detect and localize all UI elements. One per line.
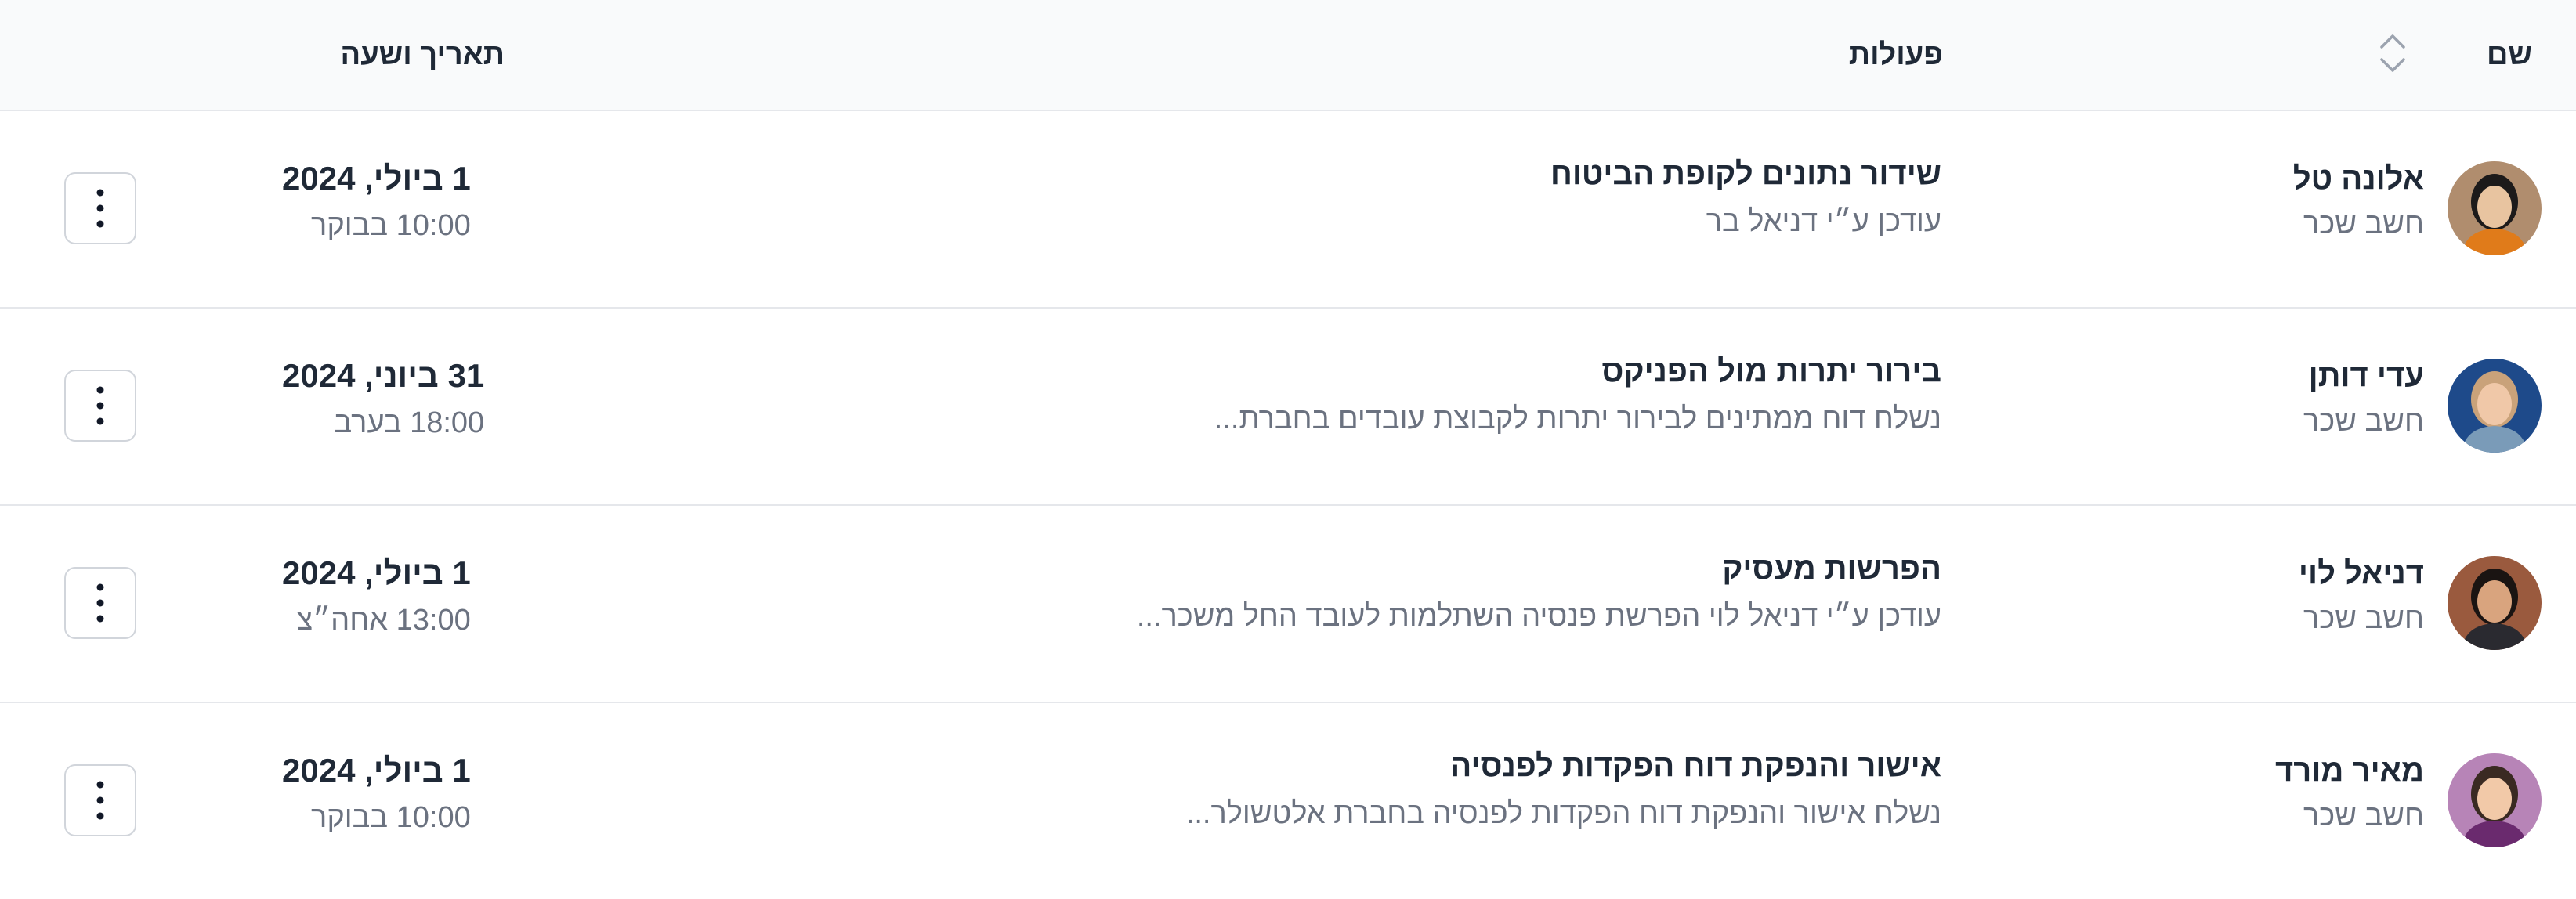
column-header-name[interactable]: שם	[2487, 0, 2532, 110]
date: 1 ביולי, 2024	[282, 752, 471, 789]
user-role: חשב שכר	[2303, 602, 2424, 635]
table-header: שם פעולות תאריך ושעה	[0, 0, 2576, 111]
time: 18:00 בערב	[334, 406, 485, 439]
avatar	[2448, 161, 2542, 255]
action-title: שידור נתונים לקופת הביטוח	[1550, 157, 1941, 191]
action-description: עודכן ע״י דניאל בר	[1706, 205, 1941, 238]
avatar	[2448, 753, 2542, 847]
user-info: דניאל לוי חשב שכר	[2299, 551, 2424, 642]
user-name: דניאל לוי	[2298, 556, 2424, 590]
action-info: הפרשות מעסיק עודכן ע״י דניאל לוי הפרשת פ…	[1137, 547, 1941, 642]
datetime-info: 1 ביולי, 2024 13:00 אחה״צ	[282, 551, 471, 645]
user-role: חשב שכר	[2303, 405, 2424, 438]
sort-icon[interactable]	[2377, 30, 2408, 77]
user-role: חשב שכר	[2303, 208, 2424, 240]
user-info: אלונה טל חשב שכר	[2293, 157, 2424, 247]
more-vertical-icon	[96, 583, 104, 623]
action-title: אישור והנפקת דוח הפקדות לפנסיה	[1450, 749, 1941, 783]
column-header-datetime: תאריך ושעה	[340, 38, 505, 71]
activity-table: שם פעולות תאריך ושעה אלונה טל חשב שכר שי…	[0, 0, 2576, 899]
table-row[interactable]: אלונה טל חשב שכר שידור נתונים לקופת הביט…	[0, 111, 2576, 309]
time: 13:00 אחה״צ	[296, 604, 471, 637]
more-vertical-icon	[96, 781, 104, 820]
user-info: עדי דותן חשב שכר	[2303, 354, 2424, 445]
row-menu-button[interactable]	[64, 172, 136, 244]
time: 10:00 בבוקר	[311, 801, 471, 834]
row-menu-button[interactable]	[64, 764, 136, 836]
table-row[interactable]: מאיר מורד חשב שכר אישור והנפקת דוח הפקדו…	[0, 703, 2576, 899]
action-info: בירור יתרות מול הפניקס נשלח דוח ממתינים …	[1214, 349, 1941, 445]
action-description: עודכן ע״י דניאל לוי הפרשת פנסיה השתלמות …	[1136, 600, 1941, 633]
date: 1 ביולי, 2024	[282, 554, 471, 591]
row-menu-button[interactable]	[64, 370, 136, 442]
datetime-info: 1 ביולי, 2024 10:00 בבוקר	[282, 157, 471, 251]
user-name: עדי דותן	[2308, 359, 2424, 393]
table-row[interactable]: דניאל לוי חשב שכר הפרשות מעסיק עודכן ע״י…	[0, 506, 2576, 703]
more-vertical-icon	[96, 386, 104, 425]
action-info: אישור והנפקת דוח הפקדות לפנסיה נשלח אישו…	[1186, 744, 1941, 839]
avatar	[2448, 556, 2542, 650]
action-info: שידור נתונים לקופת הביטוח עודכן ע״י דניא…	[1550, 152, 1941, 247]
user-info: מאיר מורד חשב שכר	[2275, 749, 2424, 839]
action-description: נשלח דוח ממתינים לבירור יתרות לקבוצת עוב…	[1214, 403, 1941, 435]
column-header-actions: פעולות	[1848, 38, 1943, 71]
user-role: חשב שכר	[2303, 800, 2424, 832]
datetime-info: 1 ביולי, 2024 10:00 בבוקר	[282, 749, 471, 843]
action-description: נשלח אישור והנפקת דוח הפקדות לפנסיה בחבר…	[1185, 797, 1941, 830]
action-title: הפרשות מעסיק	[1722, 551, 1941, 586]
user-name: אלונה טל	[2292, 161, 2424, 196]
time: 10:00 בבוקר	[311, 209, 471, 242]
datetime-info: 31 ביוני, 2024 18:00 בערב	[282, 354, 484, 448]
date: 1 ביולי, 2024	[282, 160, 471, 197]
table-row[interactable]: עדי דותן חשב שכר בירור יתרות מול הפניקס …	[0, 309, 2576, 506]
date: 31 ביוני, 2024	[282, 357, 485, 394]
row-menu-button[interactable]	[64, 567, 136, 639]
more-vertical-icon	[96, 189, 104, 228]
user-name: מאיר מורד	[2275, 753, 2424, 788]
avatar	[2448, 359, 2542, 453]
action-title: בירור יתרות מול הפניקס	[1601, 354, 1941, 388]
